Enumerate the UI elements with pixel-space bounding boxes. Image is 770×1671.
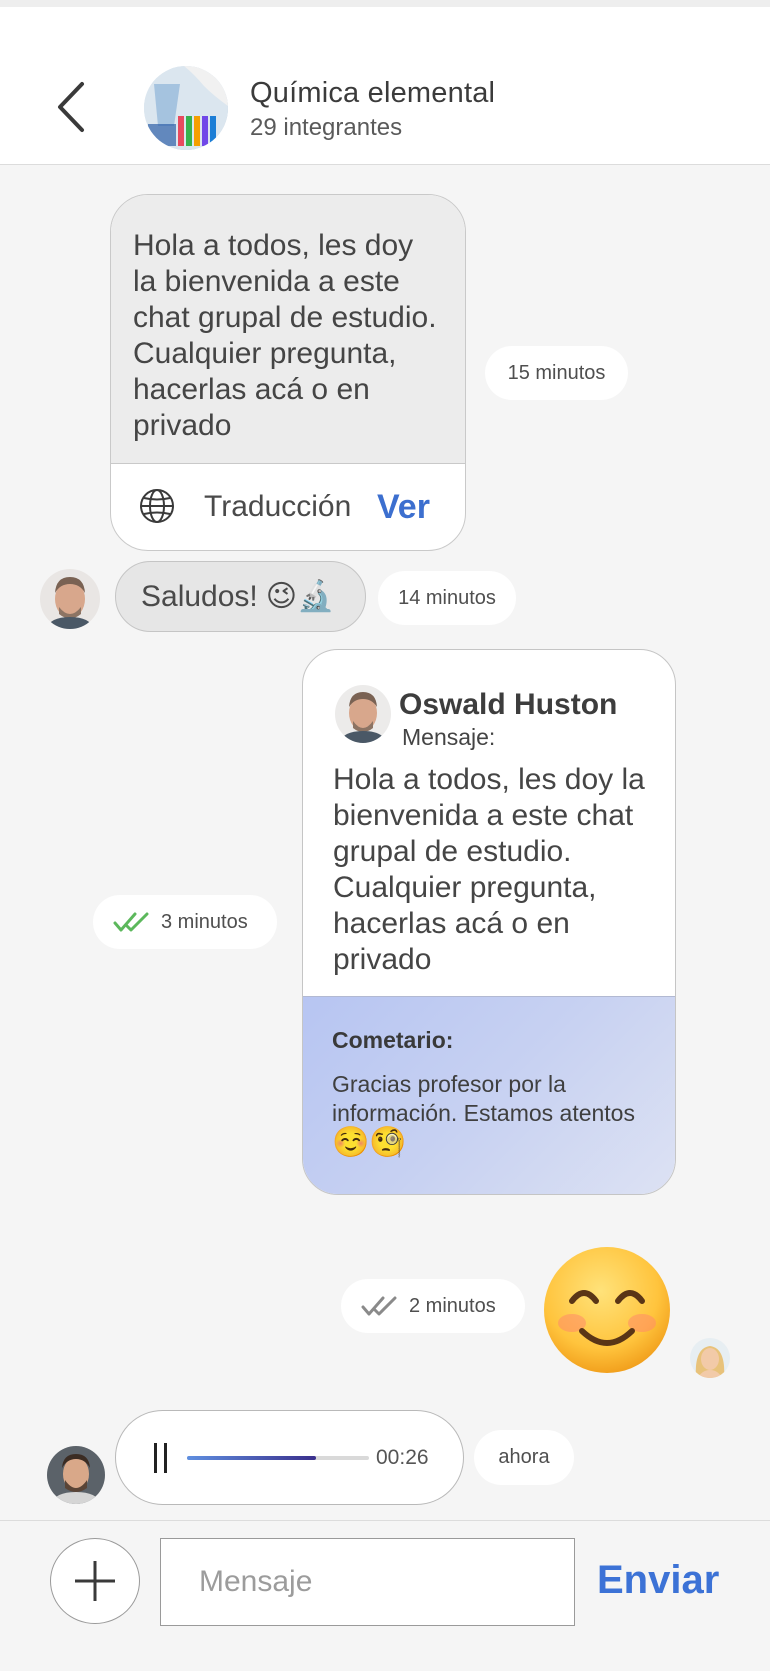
chat-header: Química elemental 29 integrantes <box>0 7 770 165</box>
quoted-message-card[interactable]: Oswald Huston Mensaje: Hola a todos, les… <box>302 649 676 1195</box>
comment-text: Gracias profesor por la información. Est… <box>332 1070 649 1159</box>
audio-progress-fill <box>187 1456 317 1460</box>
timestamp: 2 minutos <box>409 1294 496 1317</box>
avatar <box>335 685 391 743</box>
avatar[interactable] <box>40 569 100 629</box>
plus-icon <box>75 1561 115 1601</box>
comment-section: Cometario: Gracias profesor por la infor… <box>303 996 675 1194</box>
message-text: Hola a todos, les doy la bienvenida a es… <box>111 195 465 464</box>
avatar[interactable] <box>690 1338 730 1378</box>
timestamp-pill: 14 minutos <box>378 571 516 625</box>
status-strip <box>0 0 770 7</box>
group-avatar[interactable] <box>144 66 228 150</box>
quoted-author: Oswald Huston <box>399 688 618 721</box>
globe-icon <box>138 487 176 525</box>
member-count: 29 integrantes <box>250 114 403 141</box>
timestamp-pill: 2 minutos <box>341 1279 525 1333</box>
message-bubble-welcome[interactable]: Hola a todos, les doy la bienvenida a es… <box>110 194 466 551</box>
timestamp-pill: 15 minutos <box>485 346 628 400</box>
message-composer: Enviar <box>0 1520 770 1671</box>
double-check-icon <box>113 911 153 933</box>
audio-message[interactable]: 00:26 <box>115 1410 464 1505</box>
avatar[interactable] <box>47 1446 105 1504</box>
timestamp: 15 minutos <box>507 361 606 384</box>
quoted-text: Hola a todos, les doy la bienvenida a es… <box>333 763 645 976</box>
timestamp-pill: ahora <box>474 1430 574 1485</box>
message-input[interactable] <box>160 1538 575 1626</box>
pause-icon[interactable] <box>152 1443 170 1473</box>
comment-title: Cometario: <box>332 1027 454 1053</box>
chat-title: Química elemental <box>250 77 496 109</box>
smiling-face-emoji[interactable] <box>542 1245 672 1375</box>
message-text: Saludos! <box>141 579 258 613</box>
timestamp: 3 minutos <box>161 910 248 933</box>
wink-microscope-emoji: 😉🔬 <box>265 580 335 613</box>
timestamp: ahora <box>498 1446 550 1468</box>
translation-label: Traducción <box>204 490 352 523</box>
translation-bar: Traducción Ver <box>111 464 465 550</box>
view-translation-link[interactable]: Ver <box>377 488 430 527</box>
audio-duration: 00:26 <box>376 1446 429 1469</box>
audio-progress-bar[interactable] <box>187 1456 369 1460</box>
double-check-icon <box>361 1295 401 1317</box>
message-bubble-saludos[interactable]: Saludos! 😉🔬 <box>115 561 366 632</box>
quoted-label: Mensaje: <box>402 724 496 750</box>
timestamp: 14 minutos <box>398 586 496 609</box>
chevron-left-icon[interactable] <box>52 77 92 137</box>
send-button[interactable]: Enviar <box>597 1558 719 1603</box>
comment-body: Gracias profesor por la información. Est… <box>332 1071 635 1126</box>
add-attachment-button[interactable] <box>50 1538 140 1624</box>
comment-emojis: ☺️🧐 <box>332 1126 407 1159</box>
timestamp-pill: 3 minutos <box>93 895 277 949</box>
